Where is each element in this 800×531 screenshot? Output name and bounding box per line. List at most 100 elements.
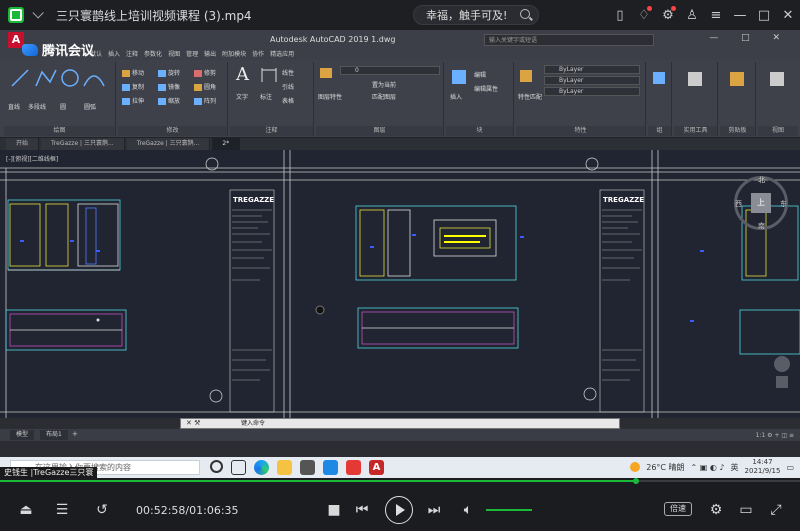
tool-match-layer[interactable]: 匹配图层 <box>372 92 396 101</box>
volume-slider[interactable] <box>486 509 532 511</box>
tool-line[interactable]: 直线 <box>8 102 20 111</box>
viewcube-south[interactable]: 南 <box>758 221 765 231</box>
tool-layer-properties[interactable] <box>320 68 334 78</box>
weather-text[interactable]: 26°C 晴朗 <box>646 462 684 473</box>
tool-circle[interactable]: 圆 <box>60 102 66 111</box>
paste-icon[interactable] <box>730 72 746 86</box>
file-explorer-icon[interactable] <box>277 460 292 475</box>
maximize-icon[interactable]: □ <box>752 0 776 30</box>
seek-bar[interactable] <box>0 478 800 484</box>
store-icon[interactable] <box>300 460 315 475</box>
annotation-scale[interactable]: 1:1 <box>756 432 766 439</box>
group-icon[interactable] <box>653 72 667 84</box>
previous-icon[interactable]: ⏮ <box>352 500 372 520</box>
tool-mirror[interactable]: 镜像 <box>158 82 180 91</box>
match-properties-icon[interactable] <box>520 70 534 82</box>
doc-tab-active[interactable]: 2* <box>212 138 241 150</box>
taskbar-clock[interactable]: 14:47 2021/9/15 <box>745 458 781 476</box>
color-dropdown[interactable]: ByLayer <box>544 65 640 74</box>
layout-tab-model[interactable]: 模型 <box>10 430 35 440</box>
layer-dropdown[interactable]: 0 <box>340 66 440 75</box>
dimension-icon[interactable] <box>260 66 278 86</box>
tool-leader[interactable]: 引线 <box>282 82 294 91</box>
start-circle-icon[interactable] <box>210 460 223 473</box>
ribbon-tab[interactable]: 参数化 <box>144 50 162 60</box>
viewcube-west[interactable]: 西 <box>735 199 742 209</box>
wcs-icon[interactable] <box>774 356 790 372</box>
layout-tab-layout1[interactable]: 布局1 <box>40 430 68 440</box>
tool-table[interactable]: 表格 <box>282 96 294 105</box>
meeting-app-icon[interactable] <box>323 460 338 475</box>
next-icon[interactable]: ⏭ <box>424 500 444 520</box>
tool-move[interactable]: 移动 <box>122 68 144 77</box>
add-layout-icon[interactable]: + <box>72 430 78 438</box>
tool-trim[interactable]: 修剪 <box>194 68 216 77</box>
autocad-window-buttons[interactable]: — □ ✕ <box>709 33 790 43</box>
linetype-dropdown[interactable]: ByLayer <box>544 76 640 85</box>
promo-search-box[interactable]: 幸福，触手可及! <box>413 5 539 25</box>
wps-icon[interactable] <box>346 460 361 475</box>
tool-fillet[interactable]: 圆角 <box>194 82 216 91</box>
ribbon-tab[interactable]: 协作 <box>252 50 264 60</box>
doc-tab[interactable]: TreGazze | 三只寰鹊... <box>126 138 211 150</box>
tray-icons[interactable]: ⌃ ▣ ◐ ♪ <box>691 463 725 472</box>
drawing-canvas[interactable]: [-][俯视][二维线框] TREGAZZE TREGAZZE 北 西 东 南 … <box>0 150 800 418</box>
tool-stretch[interactable]: 拉伸 <box>122 96 144 105</box>
command-line-input[interactable]: 键入命令 <box>180 418 620 429</box>
tool-layer-properties-label[interactable]: 图层特性 <box>318 92 342 101</box>
ribbon-tab[interactable]: 管理 <box>186 50 198 60</box>
doc-tab-start[interactable]: 开始 <box>6 138 40 150</box>
base-view-icon[interactable] <box>770 72 786 86</box>
screen-icon[interactable]: ▭ <box>736 500 756 520</box>
volume-icon[interactable]: 🔈︎ <box>458 500 478 520</box>
viewcube-east[interactable]: 东 <box>780 199 787 209</box>
chevron-down-icon[interactable] <box>32 7 44 19</box>
notification-icon[interactable]: ▭ <box>786 463 794 472</box>
tool-copy[interactable]: 复制 <box>122 82 144 91</box>
navigation-bar-icon[interactable] <box>776 376 788 388</box>
autocad-status-bar[interactable]: 1:1 ⚙ + ◫ ≡ <box>660 430 800 441</box>
text-tool-icon[interactable]: A <box>236 64 249 85</box>
ribbon-tab[interactable]: 视图 <box>168 50 180 60</box>
measure-icon[interactable] <box>688 72 704 86</box>
play-button[interactable] <box>385 496 413 524</box>
tool-dimension[interactable]: 标注 <box>260 92 272 101</box>
speed-button[interactable]: 倍速 <box>664 502 692 516</box>
autocad-taskbar-icon[interactable]: A <box>369 460 384 475</box>
close-icon[interactable]: ✕ <box>776 0 800 30</box>
tool-rotate[interactable]: 旋转 <box>158 68 180 77</box>
settings-icon[interactable]: ⚙ <box>656 0 680 30</box>
settings-icon[interactable]: ⚙ <box>706 500 726 520</box>
tshirt-icon[interactable]: ♙ <box>680 0 704 30</box>
tool-polyline[interactable]: 多段线 <box>28 102 46 111</box>
tool-text[interactable]: 文字 <box>236 92 248 101</box>
phone-icon[interactable]: ▯ <box>608 0 632 30</box>
input-method[interactable]: 英 <box>731 462 739 473</box>
ribbon-tab[interactable]: 附加模块 <box>222 50 246 60</box>
doc-tab[interactable]: TreGazze | 三只寰鹊... <box>41 138 125 150</box>
tool-edit-attributes[interactable]: 编辑属性 <box>474 84 498 93</box>
tool-linear[interactable]: 线性 <box>282 68 294 77</box>
insert-block-icon[interactable] <box>452 70 468 84</box>
video-frame[interactable]: A Autodesk AutoCAD 2019 1.dwg 输入关键字或短语 —… <box>0 30 800 478</box>
ribbon-tab[interactable]: 插入 <box>108 50 120 60</box>
tool-match-properties[interactable]: 特性匹配 <box>518 92 542 101</box>
edge-browser-icon[interactable] <box>254 460 269 475</box>
viewcube[interactable]: 北 西 东 南 上 <box>734 176 788 230</box>
stop-icon[interactable]: ■ <box>324 500 344 520</box>
bell-icon[interactable]: ♢ <box>632 0 656 30</box>
tool-block-edit[interactable]: 编辑 <box>474 70 486 79</box>
menu-icon[interactable]: ≡ <box>704 0 728 30</box>
tool-scale[interactable]: 缩放 <box>158 96 180 105</box>
minimize-icon[interactable]: — <box>728 0 752 30</box>
tool-set-current[interactable]: 置为当前 <box>372 80 396 89</box>
seek-handle[interactable] <box>633 478 639 484</box>
autocad-search-input[interactable]: 输入关键字或短语 <box>484 34 654 46</box>
eject-icon[interactable]: ⏏ <box>16 500 36 520</box>
viewcube-north[interactable]: 北 <box>758 175 765 185</box>
tool-arc[interactable]: 圆弧 <box>84 102 96 111</box>
playlist-icon[interactable]: ☰ <box>52 500 72 520</box>
draw-tools-icons[interactable] <box>8 66 108 100</box>
tool-array[interactable]: 阵列 <box>194 96 216 105</box>
search-icon[interactable] <box>520 9 530 19</box>
